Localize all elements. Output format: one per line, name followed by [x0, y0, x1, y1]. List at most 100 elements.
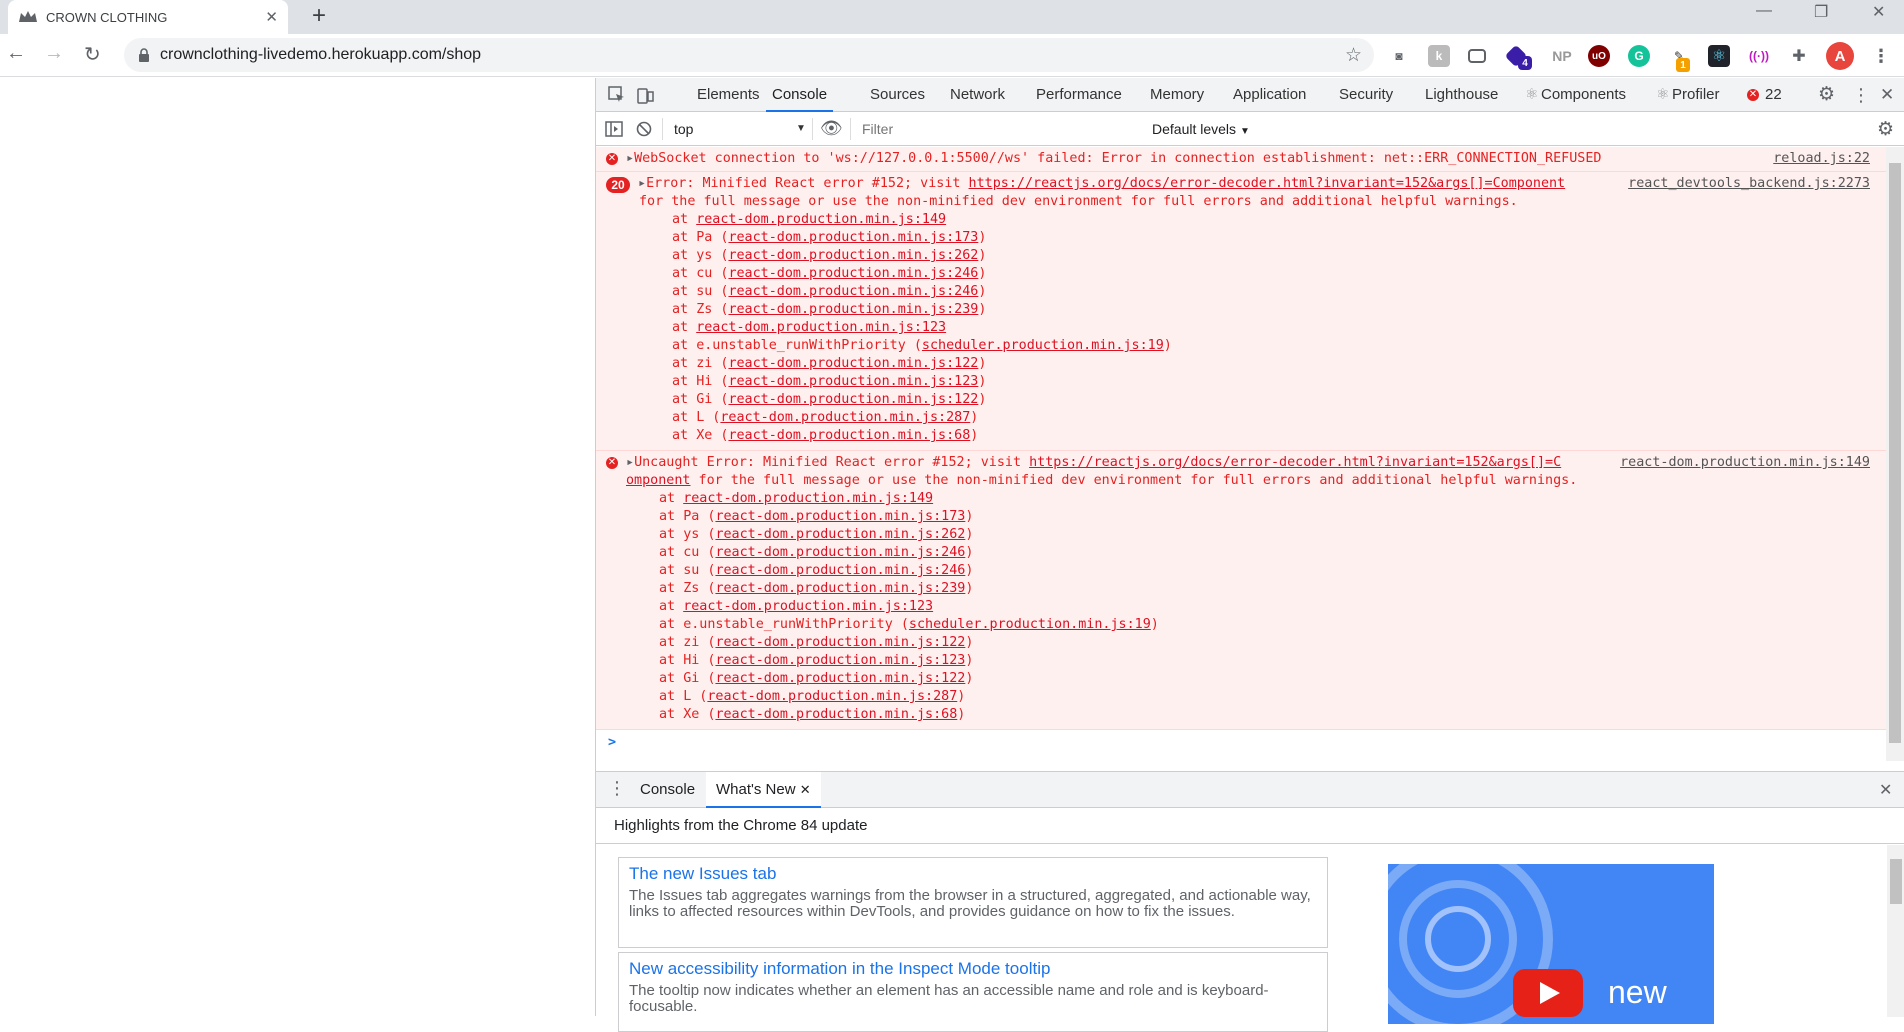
tab-security[interactable]: Security [1339, 78, 1393, 112]
console-error-message[interactable]: ✕ ▸Uncaught Error: Minified React error … [596, 451, 1886, 730]
grammarly-icon[interactable]: G [1628, 45, 1650, 67]
error-count[interactable]: 22 [1765, 78, 1782, 112]
reload-icon[interactable]: ↻ [84, 42, 101, 67]
stack-source-link[interactable]: react-dom.production.min.js:149 [683, 491, 933, 506]
close-tab-icon[interactable]: ✕ [800, 782, 811, 797]
back-icon[interactable]: ← [6, 42, 26, 65]
ws-error-source[interactable]: reload.js:22 [1773, 150, 1870, 168]
whats-new-card[interactable]: The new Issues tab The Issues tab aggreg… [618, 857, 1328, 948]
close-window-icon[interactable]: ✕ [1872, 2, 1885, 22]
console-error-message[interactable]: 20 ▸Error: Minified React error #152; vi… [596, 172, 1886, 451]
address-bar[interactable]: crownclothing-livedemo.herokuapp.com/sho… [124, 38, 1374, 72]
console-scrollbar[interactable] [1886, 147, 1904, 761]
profile-avatar[interactable]: A [1826, 42, 1854, 70]
new-tab-button[interactable]: + [312, 3, 326, 29]
cast-radio-icon[interactable]: ((·)) [1748, 45, 1770, 67]
stack-source-link[interactable]: scheduler.production.min.js:19 [922, 338, 1164, 353]
live-expression-eye-icon[interactable]: 👁 [820, 118, 843, 139]
stack-source-link[interactable]: react-dom.production.min.js:122 [728, 356, 978, 371]
drawer-tab-console[interactable]: Console [640, 772, 695, 808]
minimize-icon[interactable]: — [1756, 2, 1772, 20]
stack-source-link[interactable]: react-dom.production.min.js:287 [707, 689, 957, 704]
stack-source-link[interactable]: react-dom.production.min.js:149 [696, 212, 946, 227]
error-decoder-link-cont[interactable]: omponent [626, 473, 691, 488]
log-levels-dropdown[interactable]: Default levels ▼ [1152, 112, 1250, 146]
forward-icon[interactable]: → [44, 42, 64, 65]
drawer-scrollbar[interactable] [1887, 845, 1904, 1017]
expand-triangle-icon[interactable]: ▸ [638, 176, 646, 191]
np-extension-icon[interactable]: NP [1548, 45, 1576, 67]
tab-components[interactable]: Components [1541, 78, 1626, 112]
settings-gear-icon[interactable]: ⚙ [1818, 78, 1835, 112]
whats-new-video-thumbnail[interactable]: new [1388, 864, 1714, 1024]
stack-source-link[interactable]: react-dom.production.min.js:246 [715, 563, 965, 578]
stack-source-link[interactable]: react-dom.production.min.js:123 [683, 599, 933, 614]
stack-frame: at Gi (react-dom.production.min.js:122) [659, 671, 974, 686]
tab-sources[interactable]: Sources [870, 78, 925, 112]
stack-source-link[interactable]: react-dom.production.min.js:239 [728, 302, 978, 317]
context-selector[interactable]: top ▼ [666, 112, 806, 146]
stack-source-link[interactable]: react-dom.production.min.js:122 [715, 671, 965, 686]
close-devtools-icon[interactable]: ✕ [1880, 78, 1894, 112]
bookmark-star-icon[interactable]: ☆ [1345, 44, 1362, 67]
react-error-source[interactable]: react_devtools_backend.js:2273 [1628, 175, 1870, 193]
stack-source-link[interactable]: react-dom.production.min.js:68 [715, 707, 957, 722]
close-tab-icon[interactable]: ✕ [265, 8, 278, 26]
console-filter-input[interactable] [854, 116, 1136, 142]
close-drawer-icon[interactable]: ✕ [1879, 780, 1892, 800]
drawer-menu-icon[interactable]: ⋮ [608, 778, 626, 799]
stack-source-link[interactable]: react-dom.production.min.js:122 [715, 635, 965, 650]
scrollbar-thumb[interactable] [1889, 163, 1901, 743]
expand-triangle-icon[interactable]: ▸ [626, 455, 634, 470]
stack-source-link[interactable]: react-dom.production.min.js:246 [715, 545, 965, 560]
inspect-element-icon[interactable] [608, 86, 626, 104]
drawer-tab-whats-new[interactable]: What's New ✕ [706, 772, 821, 808]
stack-source-link[interactable]: react-dom.production.min.js:239 [715, 581, 965, 596]
drawer-scrollbar-thumb[interactable] [1890, 859, 1902, 904]
camera-icon[interactable]: ◙ [1388, 45, 1410, 67]
stack-source-link[interactable]: react-dom.production.min.js:123 [696, 320, 946, 335]
error-decoder-link[interactable]: https://reactjs.org/docs/error-decoder.h… [1029, 455, 1561, 470]
k-extension-icon[interactable]: k [1428, 45, 1450, 67]
stack-source-link[interactable]: react-dom.production.min.js:123 [715, 653, 965, 668]
stack-source-link[interactable]: react-dom.production.min.js:173 [728, 230, 978, 245]
card-title[interactable]: New accessibility information in the Ins… [629, 959, 1317, 979]
tab-elements[interactable]: Elements [697, 78, 760, 112]
tab-memory[interactable]: Memory [1150, 78, 1204, 112]
device-toolbar-icon[interactable] [636, 86, 654, 104]
clear-console-icon[interactable] [636, 121, 652, 137]
tab-profiler[interactable]: Profiler [1672, 78, 1720, 112]
whats-new-card[interactable]: New accessibility information in the Ins… [618, 952, 1328, 1032]
more-options-icon[interactable]: ⋮ [1852, 78, 1870, 112]
ublock-icon[interactable]: uO [1588, 45, 1610, 67]
error-decoder-link[interactable]: https://reactjs.org/docs/error-decoder.h… [969, 176, 1566, 191]
stack-source-link[interactable]: react-dom.production.min.js:173 [715, 509, 965, 524]
stack-source-link[interactable]: react-dom.production.min.js:287 [720, 410, 970, 425]
tab-console[interactable]: Console [766, 78, 834, 112]
browser-tab[interactable]: CROWN CLOTHING ✕ [8, 0, 288, 34]
card-title[interactable]: The new Issues tab [629, 864, 1317, 884]
tab-lighthouse[interactable]: Lighthouse [1425, 78, 1498, 112]
cast-icon[interactable] [1468, 49, 1486, 63]
console-error-message[interactable]: ✕ ▸WebSocket connection to 'ws://127.0.0… [596, 147, 1886, 172]
tab-application[interactable]: Application [1233, 78, 1306, 112]
sidebar-toggle-icon[interactable] [605, 121, 623, 137]
stack-source-link[interactable]: react-dom.production.min.js:122 [728, 392, 978, 407]
puzzle-icon[interactable]: ✚ [1788, 45, 1810, 67]
expand-triangle-icon[interactable]: ▸ [626, 151, 634, 166]
stack-source-link[interactable]: react-dom.production.min.js:123 [728, 374, 978, 389]
stack-source-link[interactable]: scheduler.production.min.js:19 [909, 617, 1151, 632]
stack-source-link[interactable]: react-dom.production.min.js:262 [715, 527, 965, 542]
stack-source-link[interactable]: react-dom.production.min.js:246 [728, 266, 978, 281]
stack-source-link[interactable]: react-dom.production.min.js:68 [728, 428, 970, 443]
uncaught-error-source[interactable]: react-dom.production.min.js:149 [1620, 454, 1870, 472]
restore-icon[interactable]: ❐ [1814, 2, 1828, 22]
tab-performance[interactable]: Performance [1036, 78, 1122, 112]
react-icon[interactable]: ⚛ [1708, 45, 1730, 67]
menu-icon[interactable]: ⋮ [1870, 45, 1892, 67]
console-settings-gear-icon[interactable]: ⚙ [1877, 118, 1894, 141]
stack-source-link[interactable]: react-dom.production.min.js:262 [728, 248, 978, 263]
stack-source-link[interactable]: react-dom.production.min.js:246 [728, 284, 978, 299]
tab-network[interactable]: Network [950, 78, 1005, 112]
console-prompt[interactable]: > [596, 734, 1886, 752]
